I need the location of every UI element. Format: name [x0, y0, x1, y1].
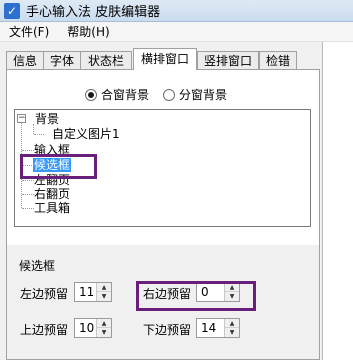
- highlight-box-candidate-node: [20, 154, 97, 179]
- title-bar: ✓ 手心输入法 皮肤编辑器: [0, 0, 353, 22]
- tree-connector: [22, 194, 34, 195]
- spin-buttons: ▲ ▼: [96, 283, 111, 301]
- group-title: 候选框: [19, 259, 56, 273]
- menu-file[interactable]: 文件(F): [0, 23, 58, 40]
- tree-node-custom-image[interactable]: 自定义图片1: [52, 127, 120, 141]
- left-margin-spinner[interactable]: 11 ▲ ▼: [74, 282, 112, 302]
- radio-split-label: 分窗背景: [179, 88, 228, 102]
- tab-horizontal-window[interactable]: 横排窗口: [133, 48, 197, 70]
- tree-node-background[interactable]: 背景: [35, 112, 59, 126]
- preview-pane: [322, 42, 353, 360]
- tree-connector: [33, 124, 34, 134]
- tab-info[interactable]: 信息: [6, 51, 44, 70]
- tab-error-check[interactable]: 检错: [259, 51, 297, 70]
- radio-combined-background[interactable]: 合窗背景: [85, 86, 149, 103]
- radio-checked-icon[interactable]: [85, 88, 97, 101]
- window-title: 手心输入法 皮肤编辑器: [26, 5, 161, 20]
- tab-font[interactable]: 字体: [43, 51, 81, 70]
- spin-up-arrow-icon[interactable]: ▲: [97, 319, 111, 328]
- top-margin-spinner[interactable]: 10 ▲ ▼: [74, 318, 112, 338]
- top-margin-value: 10: [79, 321, 95, 335]
- bottom-margin-value: 14: [201, 321, 217, 335]
- radio-split-background[interactable]: 分窗背景: [163, 86, 227, 103]
- tab-vertical-window[interactable]: 竖排窗口: [197, 51, 259, 70]
- spin-up-arrow-icon[interactable]: ▲: [97, 283, 111, 292]
- left-margin-label: 左边预留: [20, 287, 69, 301]
- menu-help[interactable]: 帮助(H): [58, 23, 118, 40]
- tree-connector: [34, 134, 44, 135]
- radio-unchecked-icon[interactable]: [163, 88, 175, 101]
- tree-connector: [22, 180, 34, 181]
- bottom-margin-label: 下边预留: [143, 323, 192, 337]
- tree-connector: [22, 208, 34, 209]
- collapse-icon[interactable]: −: [17, 114, 26, 123]
- radio-combined-label: 合窗背景: [101, 88, 150, 102]
- tree-node-page-right[interactable]: 右翻页: [34, 187, 70, 201]
- tab-page-horizontal-window: 合窗背景 分窗背景 − 背景 自定义图片1 输入框 候选框 左翻页 右翻页 工具…: [6, 69, 320, 360]
- tree-node-toolbox[interactable]: 工具箱: [34, 201, 70, 215]
- app-icon: ✓: [4, 2, 20, 19]
- spin-buttons: ▲ ▼: [96, 319, 111, 337]
- spin-buttons: ▲ ▼: [224, 319, 239, 337]
- spin-down-arrow-icon[interactable]: ▼: [225, 328, 239, 337]
- highlight-box-right-margin: [136, 281, 256, 311]
- spin-down-arrow-icon[interactable]: ▼: [97, 328, 111, 337]
- tab-statusbar[interactable]: 状态栏: [80, 51, 132, 70]
- spin-down-arrow-icon[interactable]: ▼: [97, 292, 111, 301]
- top-margin-label: 上边预留: [20, 323, 69, 337]
- bottom-margin-spinner[interactable]: 14 ▲ ▼: [196, 318, 240, 338]
- spin-up-arrow-icon[interactable]: ▲: [225, 319, 239, 328]
- left-margin-value: 11: [79, 285, 95, 299]
- tree-connector: [22, 150, 34, 151]
- menu-bar: 文件(F) 帮助(H): [0, 22, 353, 42]
